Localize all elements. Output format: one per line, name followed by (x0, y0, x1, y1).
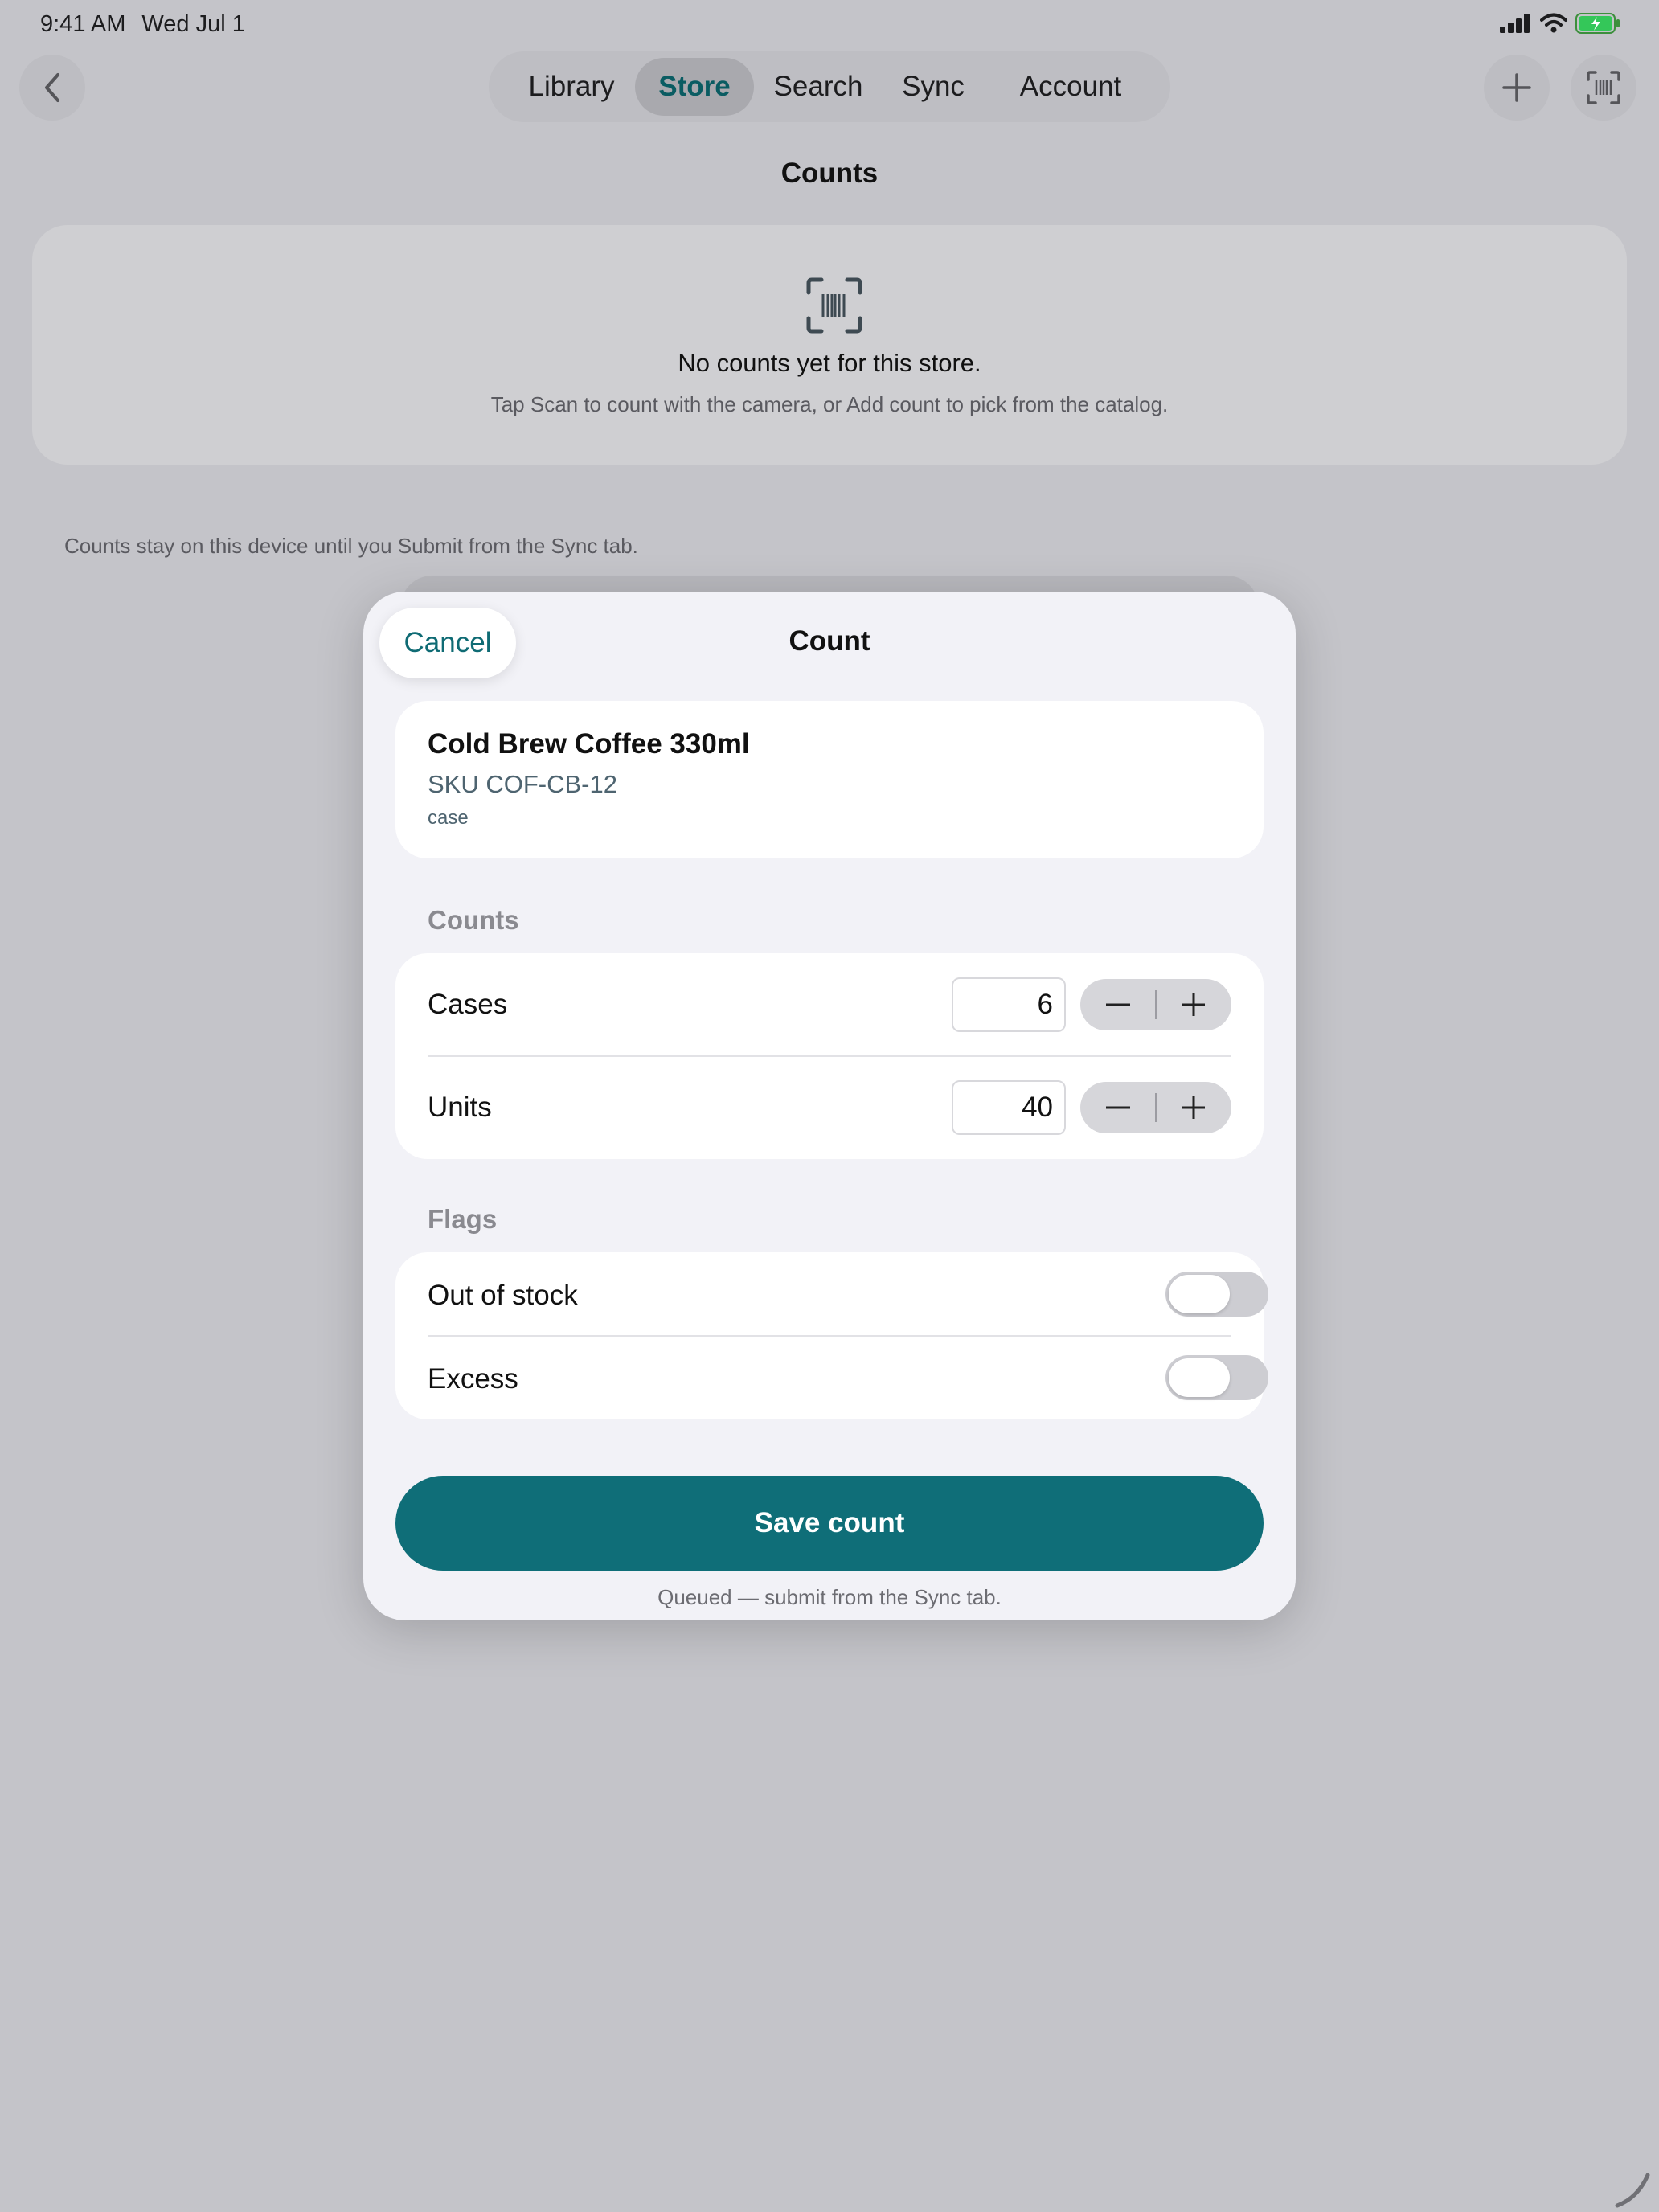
flag-row-excess: Excess (395, 1336, 1268, 1419)
plus-icon (1182, 1096, 1205, 1119)
cases-increment-button[interactable] (1156, 979, 1231, 1030)
flag-label: Excess (428, 1363, 518, 1395)
cases-stepper (1080, 979, 1231, 1030)
status-icons (1500, 13, 1620, 34)
back-chevron-icon (45, 73, 59, 102)
flag-row-out-of-stock: Out of stock (395, 1252, 1268, 1336)
queued-note: Queued — submit from the Sync tab. (657, 1585, 1002, 1609)
plus-icon (1502, 73, 1531, 102)
tab-search[interactable]: Search (762, 58, 875, 116)
count-row-cases: Cases 6 (395, 953, 1264, 1056)
tab-library[interactable]: Library (510, 58, 633, 116)
status-time: 9:41 AM (40, 11, 126, 37)
count-label: Units (428, 1092, 492, 1123)
counts-section-label: Counts (428, 905, 519, 935)
empty-state-card: No counts yet for this store. Tap Scan t… (32, 225, 1627, 465)
add-count-button[interactable] (1484, 55, 1550, 121)
barcode-scan-icon (1587, 71, 1620, 104)
battery-icon (1575, 13, 1620, 34)
units-input[interactable]: 40 (952, 1080, 1066, 1135)
cases-input[interactable]: 6 (952, 977, 1066, 1032)
page-title: Counts (780, 158, 879, 189)
empty-state-subtitle: Tap Scan to count with the camera, or Ad… (490, 392, 1169, 416)
back-button[interactable] (19, 55, 85, 121)
count-sheet: Cancel Count Cold Brew Coffee 330ml SKU … (363, 592, 1296, 1620)
counts-group: Cases 6 Units 40 (395, 953, 1264, 1159)
count-label: Cases (428, 989, 508, 1020)
count-row-units: Units 40 (395, 1056, 1264, 1159)
flags-section-label: Flags (428, 1204, 498, 1234)
out-of-stock-toggle[interactable] (1165, 1272, 1268, 1317)
flag-label: Out of stock (428, 1280, 578, 1311)
tab-sync[interactable]: Sync (891, 58, 976, 116)
minus-icon (1106, 1106, 1130, 1109)
wifi-icon (1540, 13, 1567, 33)
product-name: Cold Brew Coffee 330ml (428, 728, 750, 760)
units-increment-button[interactable] (1156, 1082, 1231, 1133)
device-storage-note: Counts stay on this device until you Sub… (64, 534, 638, 558)
cases-decrement-button[interactable] (1080, 979, 1156, 1030)
toggle-knob (1169, 1358, 1230, 1397)
product-unit: case (428, 807, 469, 829)
product-card: Cold Brew Coffee 330ml SKU COF-CB-12 cas… (395, 701, 1264, 858)
units-stepper (1080, 1082, 1231, 1133)
minus-icon (1106, 1003, 1130, 1006)
signal-icon (1500, 14, 1530, 33)
save-count-button[interactable]: Save count (395, 1476, 1264, 1571)
scan-button[interactable] (1571, 55, 1636, 121)
status-bar-clock: 9:41 AM Wed Jul 1 (40, 11, 245, 38)
barcode-scan-icon (806, 277, 862, 334)
plus-icon (1182, 993, 1205, 1016)
tab-store[interactable]: Store (635, 58, 754, 116)
sheet-title: Count (789, 625, 870, 657)
toggle-knob (1169, 1275, 1230, 1313)
tab-account[interactable]: Account (992, 58, 1149, 116)
status-date: Wed Jul 1 (141, 11, 245, 37)
units-decrement-button[interactable] (1080, 1082, 1156, 1133)
tab-bar: Library Store Search Sync Account (489, 51, 1170, 122)
empty-state-title: No counts yet for this store. (678, 349, 981, 377)
flags-group: Out of stock Excess (395, 1252, 1268, 1419)
excess-toggle[interactable] (1165, 1355, 1268, 1400)
resize-handle-icon[interactable] (1606, 2162, 1654, 2210)
product-sku: SKU COF-CB-12 (428, 770, 617, 798)
